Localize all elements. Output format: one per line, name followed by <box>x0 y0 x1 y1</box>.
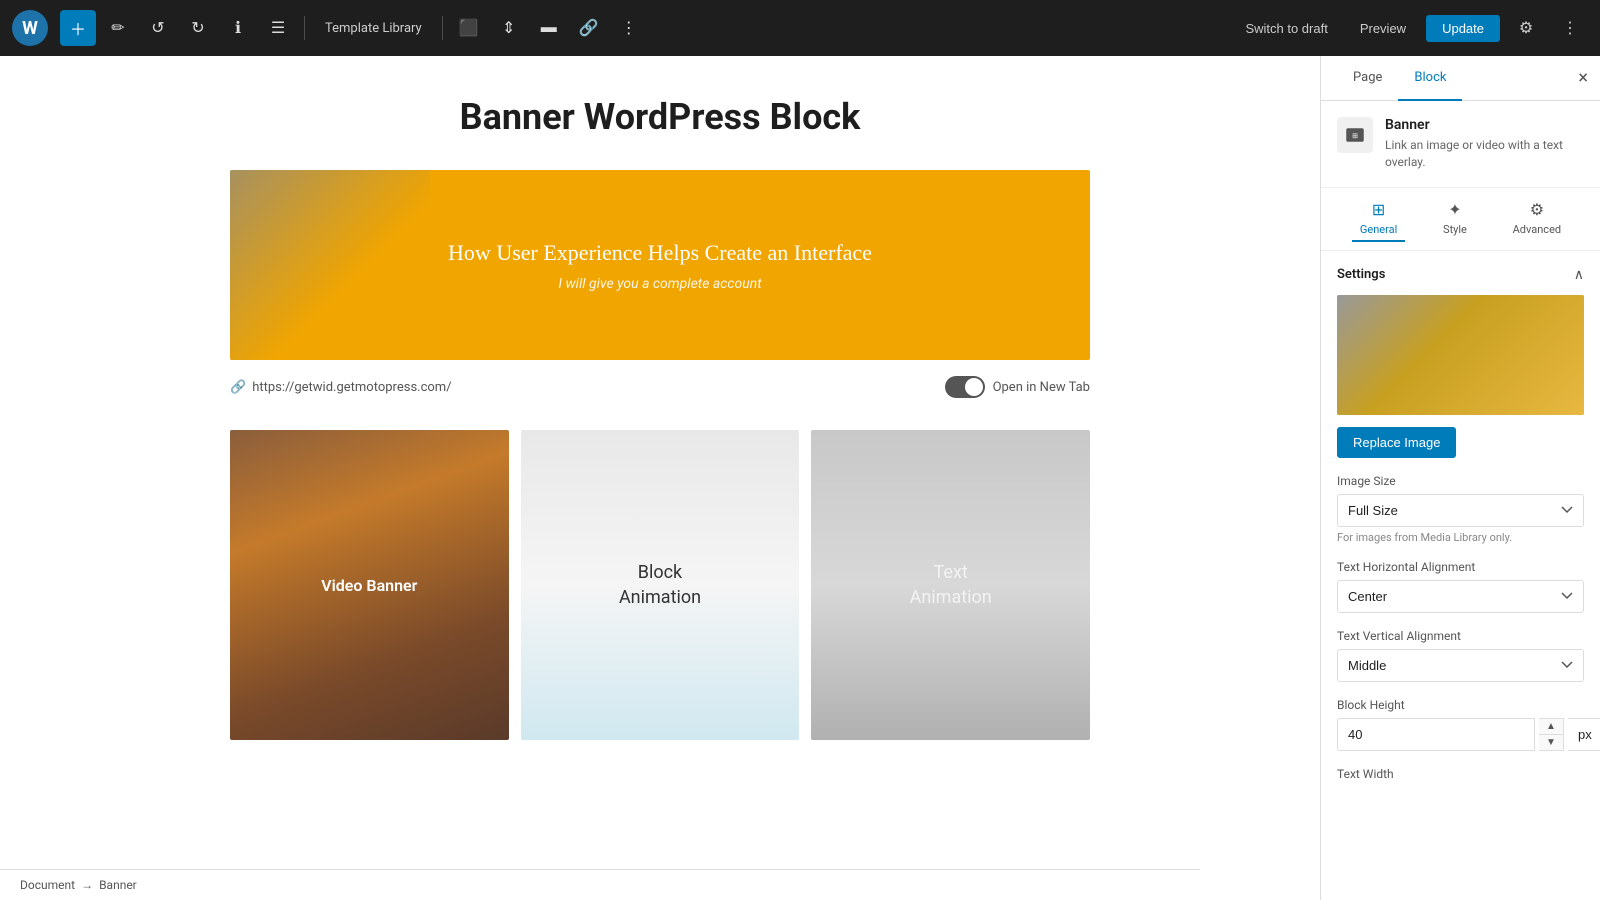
panel-tabs: Page Block × <box>1321 56 1600 101</box>
block-animation-card[interactable]: BlockAnimation <box>521 430 800 740</box>
block-height-input-group: ▲ ▼ px % em vh <box>1337 718 1584 751</box>
banner-main-heading: How User Experience Helps Create an Inte… <box>448 238 872 269</box>
breadcrumb-arrow: → <box>81 878 93 892</box>
settings-button[interactable]: ⚙ <box>1508 10 1544 46</box>
text-animation-card[interactable]: TextAnimation <box>811 430 1090 740</box>
list-view-button[interactable]: ☰ <box>260 10 296 46</box>
video-banner-text: Video Banner <box>321 576 417 595</box>
main-banner[interactable]: How User Experience Helps Create an Inte… <box>230 170 1090 360</box>
subtab-style-label: Style <box>1443 223 1467 236</box>
settings-section: Settings ∧ Replace Image Image Size Thum… <box>1321 251 1600 813</box>
block-info-text: Banner Link an image or video with a tex… <box>1385 117 1584 171</box>
subtab-advanced-label: Advanced <box>1513 223 1561 236</box>
page-title: Banner WordPress Block <box>230 96 1090 138</box>
block-height-stepper: ▲ ▼ <box>1539 718 1564 751</box>
subtab-general-label: General <box>1360 223 1397 236</box>
block-height-field: Block Height ▲ ▼ px % em vh <box>1337 698 1584 751</box>
general-icon: ⊞ <box>1372 200 1385 219</box>
text-horizontal-alignment-select[interactable]: Left Center Right <box>1337 580 1584 613</box>
svg-text:⊞: ⊞ <box>1352 132 1358 140</box>
link-button[interactable]: 🔗 <box>571 10 607 46</box>
settings-collapse-icon: ∧ <box>1574 267 1584 283</box>
advanced-icon: ⚙ <box>1530 200 1544 219</box>
block-description: Link an image or video with a text overl… <box>1385 137 1584 171</box>
image-size-note: For images from Media Library only. <box>1337 531 1584 544</box>
video-banner-label: Video Banner <box>321 576 417 595</box>
text-animation-label: TextAnimation <box>910 562 992 608</box>
tab-block[interactable]: Block <box>1398 56 1462 101</box>
info-button[interactable]: ℹ <box>220 10 256 46</box>
tools-button[interactable]: ✏ <box>100 10 136 46</box>
text-vertical-alignment-select[interactable]: Top Middle Bottom <box>1337 649 1584 682</box>
text-width-field: Text Width <box>1337 767 1584 781</box>
block-animation-text: BlockAnimation <box>619 560 701 610</box>
panel-close-button[interactable]: × <box>1578 68 1588 89</box>
wp-logo[interactable]: W <box>12 10 48 46</box>
subtab-advanced[interactable]: ⚙ Advanced <box>1505 196 1569 242</box>
text-vertical-alignment-field: Text Vertical Alignment Top Middle Botto… <box>1337 629 1584 682</box>
replace-image-button[interactable]: Replace Image <box>1337 427 1456 458</box>
toolbar-right: Switch to draft Preview Update ⚙ ⋮ <box>1233 10 1588 46</box>
banner-main-subtext: I will give you a complete account <box>448 276 872 292</box>
banner-main-text: How User Experience Helps Create an Inte… <box>448 238 872 293</box>
undo-button[interactable]: ↺ <box>140 10 176 46</box>
settings-header[interactable]: Settings ∧ <box>1337 267 1584 283</box>
block-height-increment[interactable]: ▲ <box>1539 719 1563 735</box>
banner-url[interactable]: https://getwid.getmotopress.com/ <box>252 380 451 395</box>
open-new-tab-toggle[interactable] <box>945 376 985 398</box>
url-left: 🔗 https://getwid.getmotopress.com/ <box>230 380 452 395</box>
breadcrumb-document[interactable]: Document <box>20 878 75 892</box>
breadcrumb: Document → Banner <box>0 869 1200 900</box>
image-thumbnail <box>1337 295 1584 415</box>
breadcrumb-banner[interactable]: Banner <box>99 878 137 892</box>
settings-title: Settings <box>1337 267 1385 282</box>
divider-1 <box>304 16 305 40</box>
divider-2 <box>442 16 443 40</box>
url-row: 🔗 https://getwid.getmotopress.com/ Open … <box>230 372 1090 402</box>
block-info: ⊞ Banner Link an image or video with a t… <box>1321 101 1600 188</box>
tab-page[interactable]: Page <box>1337 56 1398 101</box>
text-animation-text: TextAnimation <box>910 560 992 610</box>
text-vertical-alignment-label: Text Vertical Alignment <box>1337 629 1584 643</box>
block-height-input[interactable] <box>1337 718 1535 751</box>
subtab-general[interactable]: ⊞ General <box>1352 196 1405 242</box>
block-height-label: Block Height <box>1337 698 1584 712</box>
block-height-decrement[interactable]: ▼ <box>1539 735 1563 750</box>
preview-button[interactable]: Preview <box>1348 15 1418 42</box>
block-height-unit-select[interactable]: px % em vh <box>1568 718 1600 751</box>
text-horizontal-alignment-field: Text Horizontal Alignment Left Center Ri… <box>1337 560 1584 613</box>
toolbar: W ＋ ✏ ↺ ↻ ℹ ☰ Template Library ⬛ ⇕ ▬ 🔗 ⋮… <box>0 0 1600 56</box>
image-size-field: Image Size Thumbnail Medium Large Full S… <box>1337 474 1584 544</box>
image-thumbnail-inner <box>1337 295 1584 415</box>
switch-draft-button[interactable]: Switch to draft <box>1233 15 1339 42</box>
image-size-select[interactable]: Thumbnail Medium Large Full Size <box>1337 494 1584 527</box>
more-options-button[interactable]: ⋮ <box>611 10 647 46</box>
block-icon: ⊞ <box>1337 117 1373 153</box>
block-type-button[interactable]: ▬ <box>531 10 567 46</box>
banner-main-background <box>230 170 430 360</box>
redo-button[interactable]: ↻ <box>180 10 216 46</box>
text-width-label: Text Width <box>1337 767 1584 781</box>
block-subtabs: ⊞ General ✦ Style ⚙ Advanced <box>1321 188 1600 251</box>
subtab-style[interactable]: ✦ Style <box>1435 196 1475 242</box>
open-new-tab-label: Open in New Tab <box>993 380 1090 395</box>
banner-grid: Video Banner BlockAnimation TextAnimatio… <box>230 430 1090 740</box>
update-button[interactable]: Update <box>1426 15 1500 42</box>
template-library-label[interactable]: Template Library <box>313 21 434 36</box>
banner-icon-button[interactable]: ⬛ <box>451 10 487 46</box>
video-banner-card[interactable]: Video Banner <box>230 430 509 740</box>
text-horizontal-alignment-label: Text Horizontal Alignment <box>1337 560 1584 574</box>
image-size-label: Image Size <box>1337 474 1584 488</box>
url-right: Open in New Tab <box>945 376 1090 398</box>
right-panel: Page Block × ⊞ Banner Link an image or v… <box>1320 56 1600 900</box>
add-block-button[interactable]: ＋ <box>60 10 96 46</box>
editor-area: Banner WordPress Block How User Experien… <box>0 56 1320 900</box>
style-icon: ✦ <box>1448 200 1461 219</box>
main-layout: Banner WordPress Block How User Experien… <box>0 56 1600 900</box>
block-animation-label: BlockAnimation <box>619 562 701 608</box>
more-menu-button[interactable]: ⋮ <box>1552 10 1588 46</box>
block-name: Banner <box>1385 117 1584 133</box>
nav-up-down-button[interactable]: ⇕ <box>491 10 527 46</box>
link-icon: 🔗 <box>230 380 246 395</box>
